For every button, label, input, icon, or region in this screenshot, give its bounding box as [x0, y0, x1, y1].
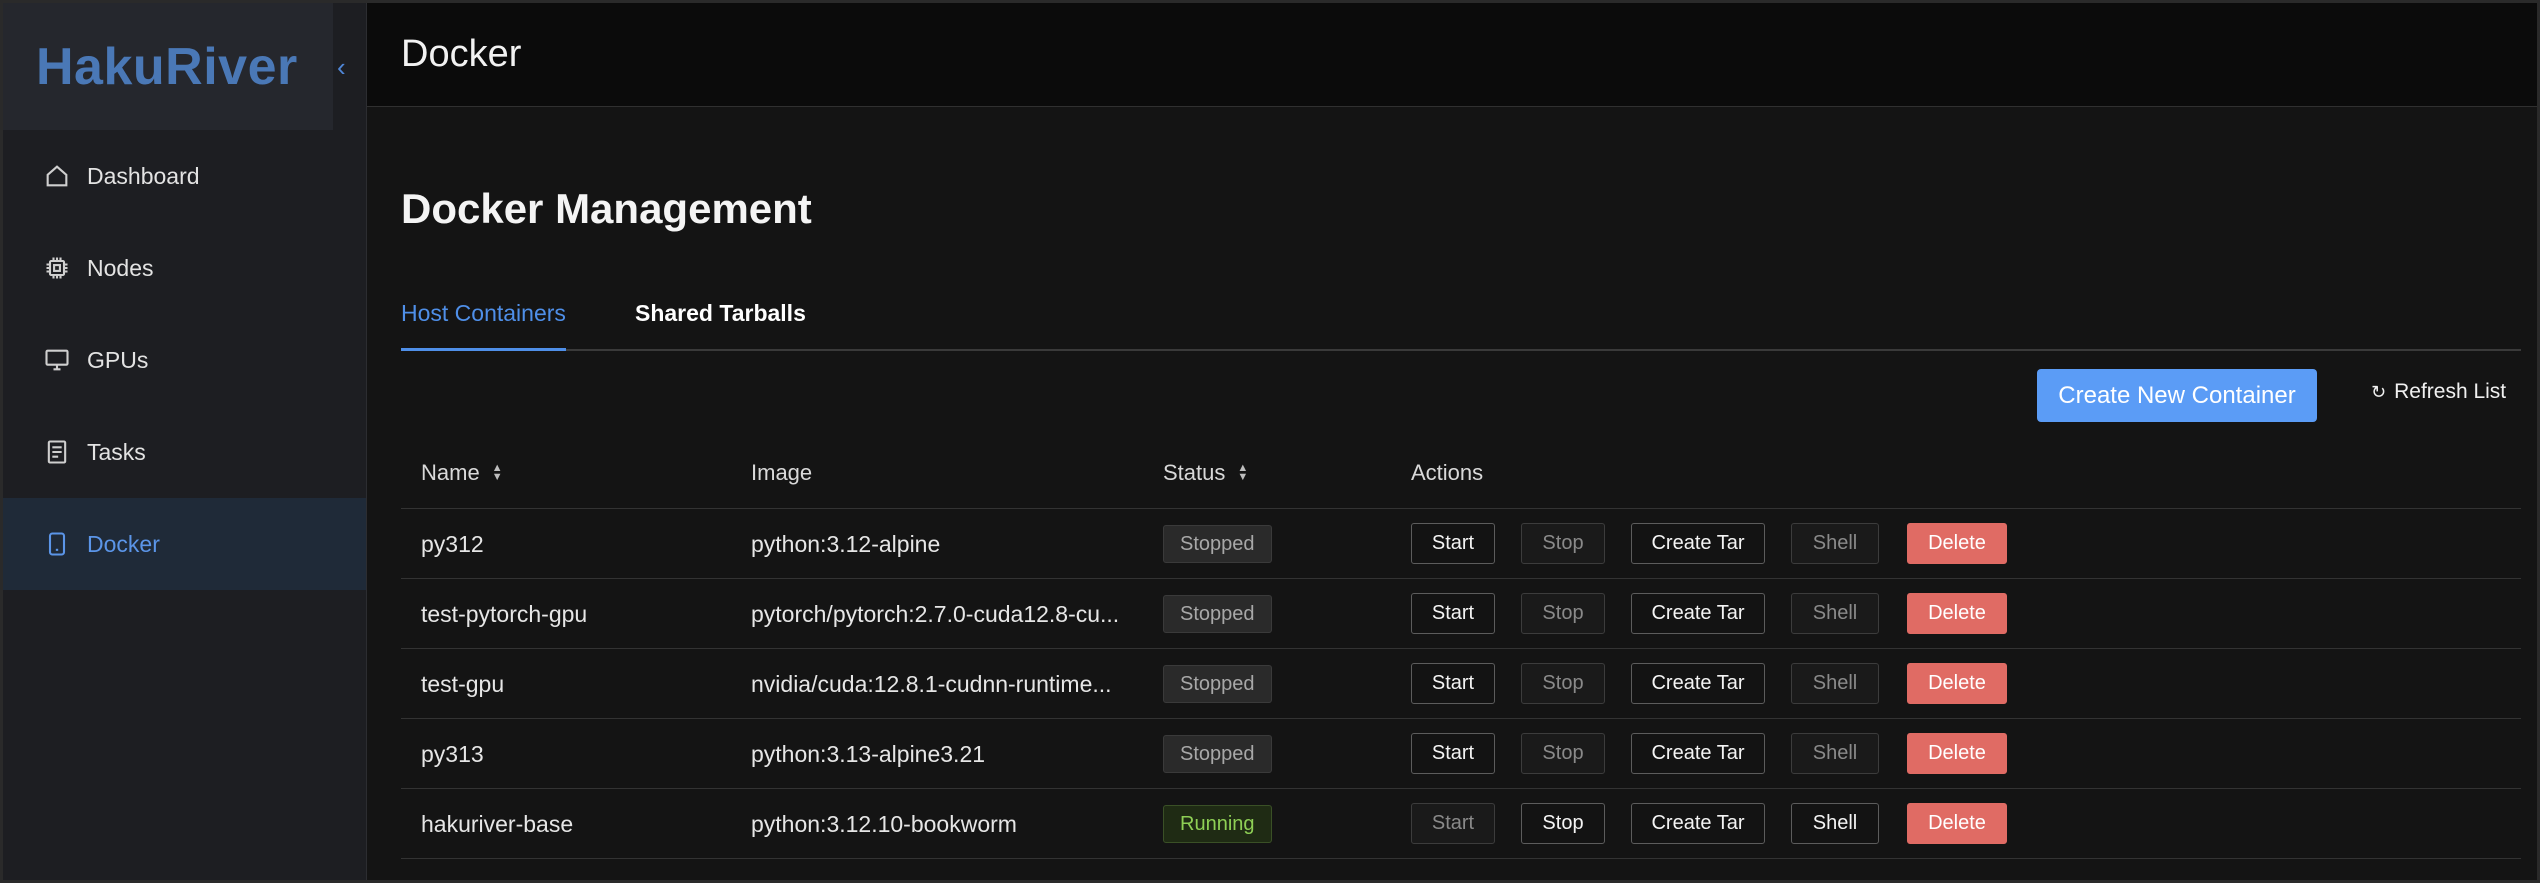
sidebar-item-nodes[interactable]: Nodes [3, 222, 366, 314]
sort-icon[interactable]: ▲ ▼ [1237, 463, 1248, 483]
shell-button[interactable]: Shell [1791, 733, 1879, 774]
sidebar-item-tasks[interactable]: Tasks [3, 406, 366, 498]
table-row: py313 python:3.13-alpine3.21 Stopped Sta… [401, 719, 2521, 789]
table-header: Name ▲ ▼ Image Status ▲ ▼ Actions [401, 437, 2521, 509]
column-label: Name [421, 460, 480, 485]
status-badge: Stopped [1163, 665, 1272, 703]
container-image: python:3.13-alpine3.21 [751, 740, 986, 767]
header-title: Docker [401, 33, 522, 75]
start-button[interactable]: Start [1411, 663, 1495, 704]
document-icon [43, 438, 71, 466]
container-image: python:3.12-alpine [751, 530, 941, 557]
container-image: nvidia/cuda:12.8.1-cudnn-runtime... [751, 670, 1112, 697]
sidebar-item-label: Docker [87, 530, 160, 557]
status-cell: Stopped [1163, 579, 1272, 649]
refresh-icon: ↻ [2371, 381, 2387, 402]
monitor-icon [43, 346, 71, 374]
status-cell: Stopped [1163, 649, 1272, 719]
logo-area: HakuRiver [3, 3, 333, 130]
status-cell: Stopped [1163, 719, 1272, 789]
tab-host-containers[interactable]: Host Containers [401, 291, 566, 351]
container-name: py312 [421, 530, 484, 557]
table-row: test-gpu nvidia/cuda:12.8.1-cudnn-runtim… [401, 649, 2521, 719]
column-header-status[interactable]: Status ▲ ▼ [1163, 437, 1248, 509]
stop-button[interactable]: Stop [1521, 523, 1605, 564]
status-cell: Running [1163, 789, 1272, 859]
app-logo[interactable]: HakuRiver [36, 37, 298, 97]
start-button[interactable]: Start [1411, 593, 1495, 634]
column-header-image: Image [751, 437, 812, 509]
top-header: Docker [367, 3, 2537, 107]
create-container-button[interactable]: Create New Container [2037, 369, 2317, 422]
home-icon [43, 162, 71, 190]
start-button[interactable]: Start [1411, 803, 1495, 844]
table-row: hakuriver-base python:3.12.10-bookworm R… [401, 789, 2521, 859]
delete-button[interactable]: Delete [1907, 593, 2007, 634]
create-tar-button[interactable]: Create Tar [1631, 733, 1765, 774]
column-header-name[interactable]: Name ▲ ▼ [421, 437, 503, 509]
sidebar: HakuRiver ‹ Dashboard Nodes GPUs Tasks D… [3, 3, 367, 880]
container-name: py313 [421, 740, 484, 767]
stop-button[interactable]: Stop [1521, 733, 1605, 774]
sidebar-item-label: Dashboard [87, 162, 200, 189]
status-badge: Stopped [1163, 595, 1272, 633]
tab-shared-tarballs[interactable]: Shared Tarballs [635, 291, 806, 351]
create-tar-button[interactable]: Create Tar [1631, 803, 1765, 844]
sidebar-item-label: Tasks [87, 438, 146, 465]
container-image: pytorch/pytorch:2.7.0-cuda12.8-cu... [751, 600, 1120, 627]
collapse-sidebar-icon[interactable]: ‹ [337, 54, 357, 80]
cpu-icon [43, 254, 71, 282]
status-badge: Running [1163, 805, 1272, 843]
shell-button[interactable]: Shell [1791, 523, 1879, 564]
start-button[interactable]: Start [1411, 523, 1495, 564]
app-window: HakuRiver ‹ Dashboard Nodes GPUs Tasks D… [0, 0, 2540, 883]
sidebar-item-gpus[interactable]: GPUs [3, 314, 366, 406]
create-tar-button[interactable]: Create Tar [1631, 523, 1765, 564]
delete-button[interactable]: Delete [1907, 523, 2007, 564]
page-title: Docker Management [401, 185, 812, 232]
sidebar-item-docker[interactable]: Docker [3, 498, 366, 590]
refresh-label: Refresh List [2394, 380, 2507, 403]
refresh-list-button[interactable]: ↻ Refresh List [2371, 377, 2506, 407]
status-cell: Stopped [1163, 509, 1272, 579]
status-badge: Stopped [1163, 525, 1272, 563]
sort-icon[interactable]: ▲ ▼ [492, 463, 503, 483]
shell-button[interactable]: Shell [1791, 803, 1879, 844]
shell-button[interactable]: Shell [1791, 593, 1879, 634]
start-button[interactable]: Start [1411, 733, 1495, 774]
shell-button[interactable]: Shell [1791, 663, 1879, 704]
sidebar-item-label: GPUs [87, 346, 149, 373]
stop-button[interactable]: Stop [1521, 593, 1605, 634]
delete-button[interactable]: Delete [1907, 803, 2007, 844]
container-name: hakuriver-base [421, 810, 574, 837]
delete-button[interactable]: Delete [1907, 663, 2007, 704]
sidebar-item-dashboard[interactable]: Dashboard [3, 130, 366, 222]
delete-button[interactable]: Delete [1907, 733, 2007, 774]
table-row: py312 python:3.12-alpine Stopped Start S… [401, 509, 2521, 579]
sidebar-item-label: Nodes [87, 254, 154, 281]
containers-table: Name ▲ ▼ Image Status ▲ ▼ Actions py312 py… [401, 437, 2521, 859]
status-badge: Stopped [1163, 735, 1272, 773]
table-row: test-pytorch-gpu pytorch/pytorch:2.7.0-c… [401, 579, 2521, 649]
column-label: Status [1163, 460, 1226, 485]
sidebar-menu: Dashboard Nodes GPUs Tasks Docker [3, 130, 366, 590]
container-name: test-pytorch-gpu [421, 600, 588, 627]
column-label: Actions [1411, 460, 1484, 485]
stop-button[interactable]: Stop [1521, 663, 1605, 704]
column-header-actions: Actions [1411, 437, 1483, 509]
stop-button[interactable]: Stop [1521, 803, 1605, 844]
create-tar-button[interactable]: Create Tar [1631, 593, 1765, 634]
column-label: Image [751, 460, 813, 485]
tab-bar: Host Containers Shared Tarballs [401, 291, 2521, 351]
tablet-icon [43, 530, 71, 558]
container-name: test-gpu [421, 670, 505, 697]
create-tar-button[interactable]: Create Tar [1631, 663, 1765, 704]
container-image: python:3.12.10-bookworm [751, 810, 1017, 837]
